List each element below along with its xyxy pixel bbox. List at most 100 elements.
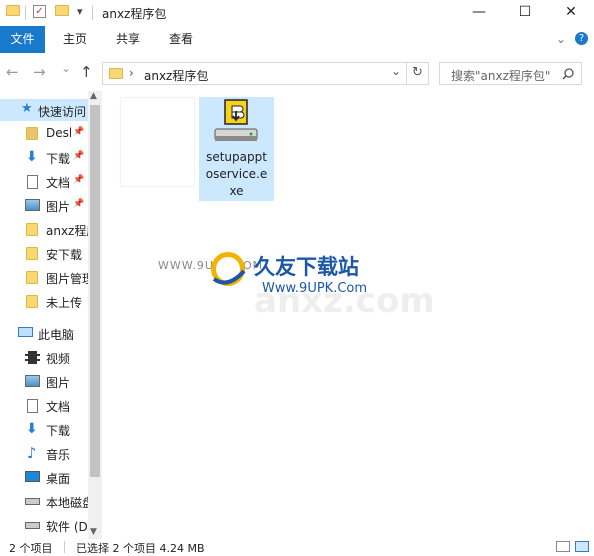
search-icon[interactable] bbox=[562, 68, 574, 80]
file-item-setupapptoservice[interactable]: setupappt oservice.e xe bbox=[199, 97, 274, 201]
scrollbar-thumb[interactable] bbox=[90, 105, 100, 477]
file-item[interactable] bbox=[120, 97, 195, 187]
watermark-brand: 久友下载站 bbox=[254, 255, 359, 279]
sidebar-item-anxz[interactable]: anxz程序包 bbox=[0, 219, 88, 241]
sidebar-item-desktop[interactable]: Desktop 📌 bbox=[0, 123, 88, 145]
sidebar-item-pc-pictures[interactable]: 图片 bbox=[0, 371, 88, 393]
sidebar-item-label: 视频 bbox=[46, 352, 71, 366]
computer-icon bbox=[18, 327, 33, 337]
watermark-logo-icon bbox=[211, 252, 246, 286]
close-button[interactable]: ✕ bbox=[548, 0, 594, 26]
sidebar-item-label: 未上传 bbox=[46, 296, 83, 310]
sidebar-item-label: Desktop bbox=[46, 126, 71, 140]
file-name-line: oservice.e bbox=[205, 167, 268, 181]
minimize-button[interactable]: — bbox=[456, 0, 502, 26]
sidebar-item-local-disk-c[interactable]: 本地磁盘 (C:) bbox=[0, 491, 88, 513]
watermark-url: Www.9UPK.Com bbox=[262, 281, 368, 296]
address-bar[interactable]: › anxz程序包 ⌄ ↻ bbox=[102, 62, 429, 85]
sidebar-item-pc-downloads[interactable]: ⬇ 下载 bbox=[0, 419, 88, 441]
sidebar-item-label: 文档 bbox=[46, 176, 71, 190]
sidebar-item-documents[interactable]: 文档 📌 bbox=[0, 171, 88, 193]
sidebar-item-label: 图片管理 bbox=[46, 272, 88, 286]
pin-icon: 📌 bbox=[73, 151, 85, 161]
sidebar-item-label: 此电脑 bbox=[38, 328, 75, 342]
sidebar-item-label: 图片 bbox=[46, 376, 71, 390]
video-icon bbox=[25, 351, 40, 364]
window-title: anxz程序包 bbox=[102, 7, 167, 21]
sidebar-item-software-d[interactable]: 软件 (D:) bbox=[0, 515, 88, 537]
scroll-up-icon[interactable]: ▲ bbox=[90, 91, 97, 101]
new-folder-icon[interactable] bbox=[55, 5, 69, 19]
back-icon[interactable]: ← bbox=[6, 63, 19, 81]
folder-icon bbox=[26, 223, 38, 239]
sidebar-item-label: 软件 (D:) bbox=[46, 520, 88, 534]
sidebar-item-downloads[interactable]: ⬇ 下载 📌 bbox=[0, 147, 88, 169]
tab-share[interactable]: 共享 bbox=[106, 26, 150, 53]
large-icons-view-icon[interactable] bbox=[575, 541, 589, 552]
breadcrumb-separator[interactable]: › bbox=[129, 66, 134, 80]
folder-icon bbox=[109, 68, 123, 82]
divider bbox=[92, 6, 93, 20]
document-icon bbox=[27, 399, 38, 413]
quick-access-header[interactable]: ★ 快速访问 bbox=[0, 99, 88, 121]
breadcrumb[interactable]: anxz程序包 bbox=[144, 67, 208, 84]
file-list: setupappt oservice.e xe anxz.com WWW.9UP… bbox=[102, 91, 594, 539]
sidebar-item-anxiazai[interactable]: 安下载 bbox=[0, 243, 88, 265]
sidebar-item-label: 桌面 bbox=[46, 472, 71, 486]
help-icon[interactable]: ? bbox=[575, 32, 588, 45]
sidebar-item-label: 文档 bbox=[46, 400, 71, 414]
details-view-icon[interactable] bbox=[556, 541, 570, 552]
maximize-button[interactable]: ☐ bbox=[502, 0, 548, 26]
up-icon[interactable]: ↑ bbox=[80, 63, 93, 81]
sidebar-item-label: anxz程序包 bbox=[46, 224, 88, 238]
folder-icon bbox=[26, 271, 38, 287]
folder-icon bbox=[6, 5, 20, 19]
file-name-line: setupappt bbox=[206, 150, 267, 164]
sidebar-item-label: 下载 bbox=[46, 424, 71, 438]
quick-access-label: 快速访问 bbox=[38, 105, 87, 119]
chevron-down-icon[interactable]: ⌄ bbox=[556, 32, 566, 46]
status-bar: 2 个项目 已选择 2 个项目 4.24 MB bbox=[0, 539, 594, 555]
sidebar-item-music[interactable]: ♪ 音乐 bbox=[0, 443, 88, 465]
search-input[interactable]: 搜索"anxz程序包" bbox=[439, 62, 582, 85]
folder-icon bbox=[26, 127, 38, 143]
sidebar-item-desktop-pc[interactable]: 桌面 bbox=[0, 467, 88, 489]
tab-home[interactable]: 主页 bbox=[53, 26, 97, 53]
folder-icon bbox=[26, 247, 38, 263]
sidebar-item-label: 图片 bbox=[46, 200, 71, 214]
document-icon bbox=[27, 175, 38, 189]
divider bbox=[406, 63, 407, 84]
music-icon: ♪ bbox=[27, 444, 37, 462]
address-dropdown-icon[interactable]: ⌄ bbox=[391, 64, 401, 78]
scroll-down-icon[interactable]: ▼ bbox=[90, 527, 97, 537]
sidebar-item-pc-documents[interactable]: 文档 bbox=[0, 395, 88, 417]
star-icon: ★ bbox=[21, 101, 33, 116]
sidebar-item-pictures[interactable]: 图片 📌 bbox=[0, 195, 88, 217]
sidebar-item-not-uploaded[interactable]: 未上传 bbox=[0, 291, 88, 313]
download-icon: ⬇ bbox=[26, 421, 38, 437]
divider bbox=[64, 541, 65, 553]
forward-icon[interactable]: → bbox=[33, 63, 46, 81]
navigation-pane: ★ 快速访问 Desktop 📌 ⬇ 下载 📌 文档 📌 图片 📌 anxz程序… bbox=[0, 91, 102, 539]
sidebar-item-videos[interactable]: 视频 bbox=[0, 347, 88, 369]
file-name: setupappt oservice.e xe bbox=[199, 149, 274, 200]
tab-file[interactable]: 文件 bbox=[0, 26, 45, 53]
sidebar-item-label: 本地磁盘 (C:) bbox=[46, 496, 88, 510]
download-icon: ⬇ bbox=[26, 149, 38, 165]
pin-icon: 📌 bbox=[73, 175, 85, 185]
tab-view[interactable]: 查看 bbox=[159, 26, 203, 53]
desktop-icon bbox=[25, 471, 40, 482]
properties-icon[interactable]: ✓ bbox=[33, 5, 46, 18]
file-name-line: xe bbox=[229, 184, 244, 198]
refresh-icon[interactable]: ↻ bbox=[412, 65, 423, 80]
sidebar-item-this-pc[interactable]: 此电脑 bbox=[0, 323, 88, 345]
sidebar-scrollbar[interactable]: ▲ ▼ bbox=[88, 91, 102, 539]
sidebar-item-picture-manager[interactable]: 图片管理 bbox=[0, 267, 88, 289]
installer-icon bbox=[214, 99, 258, 141]
title-bar: ✓ ▾ anxz程序包 — ☐ ✕ bbox=[0, 0, 594, 26]
quick-access-toolbar-dropdown-icon[interactable]: ▾ bbox=[77, 5, 83, 18]
folder-icon bbox=[26, 295, 38, 311]
picture-icon bbox=[25, 199, 40, 211]
recent-locations-icon[interactable]: ⌄ bbox=[61, 61, 71, 75]
sidebar-item-label: 音乐 bbox=[46, 448, 71, 462]
